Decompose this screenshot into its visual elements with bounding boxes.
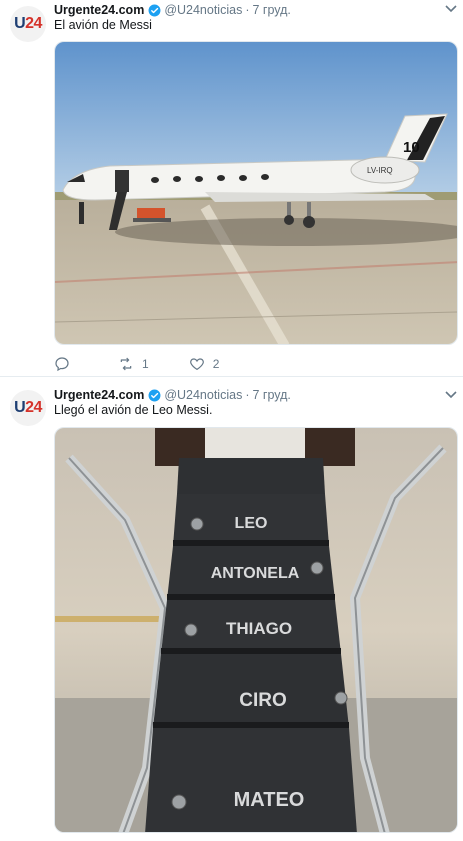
retweet-count: 1	[142, 357, 149, 371]
avatar[interactable]: U 24	[10, 390, 46, 426]
verified-badge-icon	[148, 4, 161, 16]
tweet-2[interactable]: U 24 Urgente24.com @U24noticias · 7 груд.…	[0, 377, 463, 841]
verified-badge-icon	[148, 389, 161, 401]
author-handle[interactable]: @U24noticias	[164, 388, 242, 402]
avatar[interactable]: U 24	[10, 6, 46, 42]
author-name[interactable]: Urgente24.com	[54, 3, 144, 17]
tweet-timestamp[interactable]: 7 груд.	[253, 388, 291, 402]
avatar-letter: U	[14, 15, 26, 32]
tweet-actions: 1 2	[54, 354, 259, 374]
step-label: CIRO	[239, 690, 287, 711]
retweet-button[interactable]: 1	[118, 356, 149, 372]
reply-icon	[55, 357, 69, 372]
step-label: THIAGO	[226, 619, 292, 638]
like-count: 2	[212, 357, 220, 371]
like-button[interactable]: 2	[189, 356, 220, 372]
avatar-number: 24	[25, 399, 42, 416]
tweet-1[interactable]: U 24 Urgente24.com @U24noticias · 7 груд.…	[0, 0, 463, 376]
author-name[interactable]: Urgente24.com	[54, 388, 144, 402]
tweet-timestamp[interactable]: 7 груд.	[253, 3, 291, 17]
step-label: LEO	[235, 515, 268, 532]
step-label: MATEO	[234, 789, 305, 811]
separator-dot: ·	[245, 3, 250, 17]
chevron-down-icon[interactable]	[445, 5, 457, 13]
tweet-text: Llegó el avión de Leo Messi.	[54, 403, 213, 417]
avatar-number: 24	[25, 15, 42, 32]
heart-icon	[189, 358, 204, 371]
tweet-photo-stairs[interactable]: LEO ANTONELA THIAGO CIRO MATEO	[54, 427, 458, 833]
tweet-header: Urgente24.com @U24noticias · 7 груд.	[54, 386, 291, 404]
chevron-down-icon[interactable]	[445, 391, 457, 399]
author-handle[interactable]: @U24noticias	[164, 3, 242, 17]
registration-text: LV-IRQ	[367, 166, 393, 175]
reply-button[interactable]	[54, 356, 78, 372]
avatar-letter: U	[14, 399, 26, 416]
tweet-text: El avión de Messi	[54, 18, 152, 32]
tweet-header: Urgente24.com @U24noticias · 7 груд.	[54, 1, 291, 19]
retweet-icon	[120, 357, 132, 371]
tweet-photo-plane[interactable]: 10 LV-IRQ	[54, 41, 458, 345]
tail-number-text: 10	[403, 139, 420, 156]
step-label: ANTONELA	[211, 565, 300, 582]
separator-dot: ·	[245, 388, 250, 402]
